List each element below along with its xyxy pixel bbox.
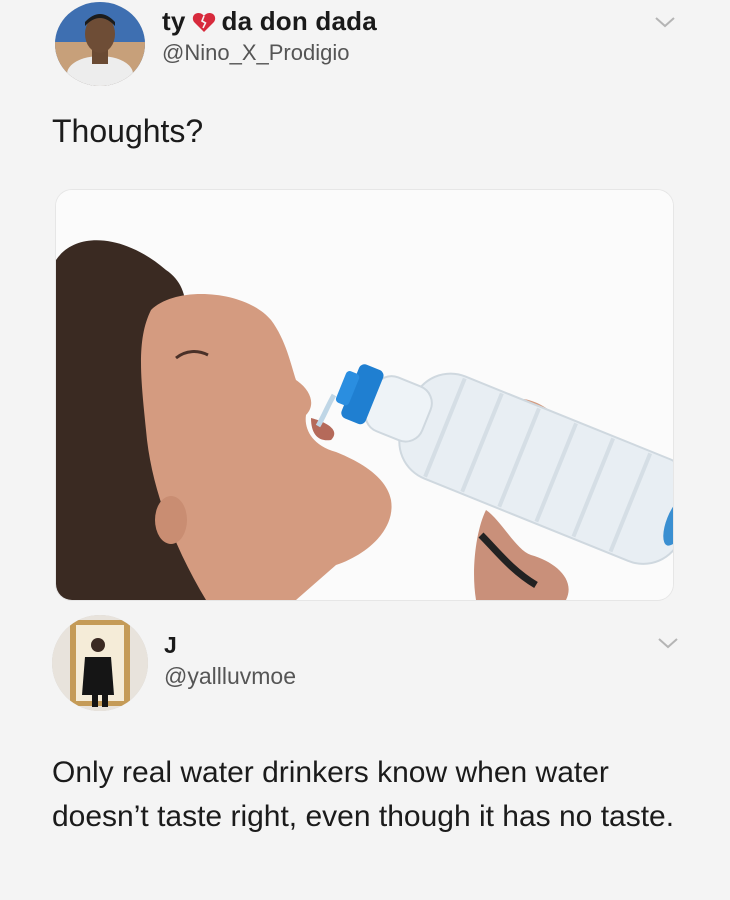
photo-woman-drinking-water-bottle — [56, 190, 673, 600]
chevron-down-icon[interactable] — [654, 15, 676, 29]
display-name-part2: da don dada — [221, 6, 377, 36]
avatar-image — [52, 615, 148, 711]
avatar[interactable] — [55, 2, 145, 86]
original-tweet: ty da don dada @Nino_X_Prodigio Thoughts… — [0, 0, 730, 605]
reply-tweet: J @yallluvmoe Only real water drinkers k… — [0, 605, 730, 900]
broken-heart-icon — [192, 12, 215, 32]
avatar-image — [55, 2, 145, 86]
user-handle[interactable]: @yallluvmoe — [164, 663, 296, 690]
user-handle[interactable]: @Nino_X_Prodigio — [162, 40, 349, 66]
display-name-part1: ty — [162, 6, 186, 36]
tweet-text: Thoughts? — [52, 113, 204, 149]
tweet-text: Only real water drinkers know when water… — [52, 756, 675, 833]
tweet-photo[interactable] — [56, 190, 673, 600]
display-name[interactable]: ty da don dada — [162, 6, 377, 37]
chevron-down-icon[interactable] — [657, 636, 679, 650]
display-name[interactable]: J — [164, 632, 177, 659]
avatar[interactable] — [52, 615, 148, 711]
